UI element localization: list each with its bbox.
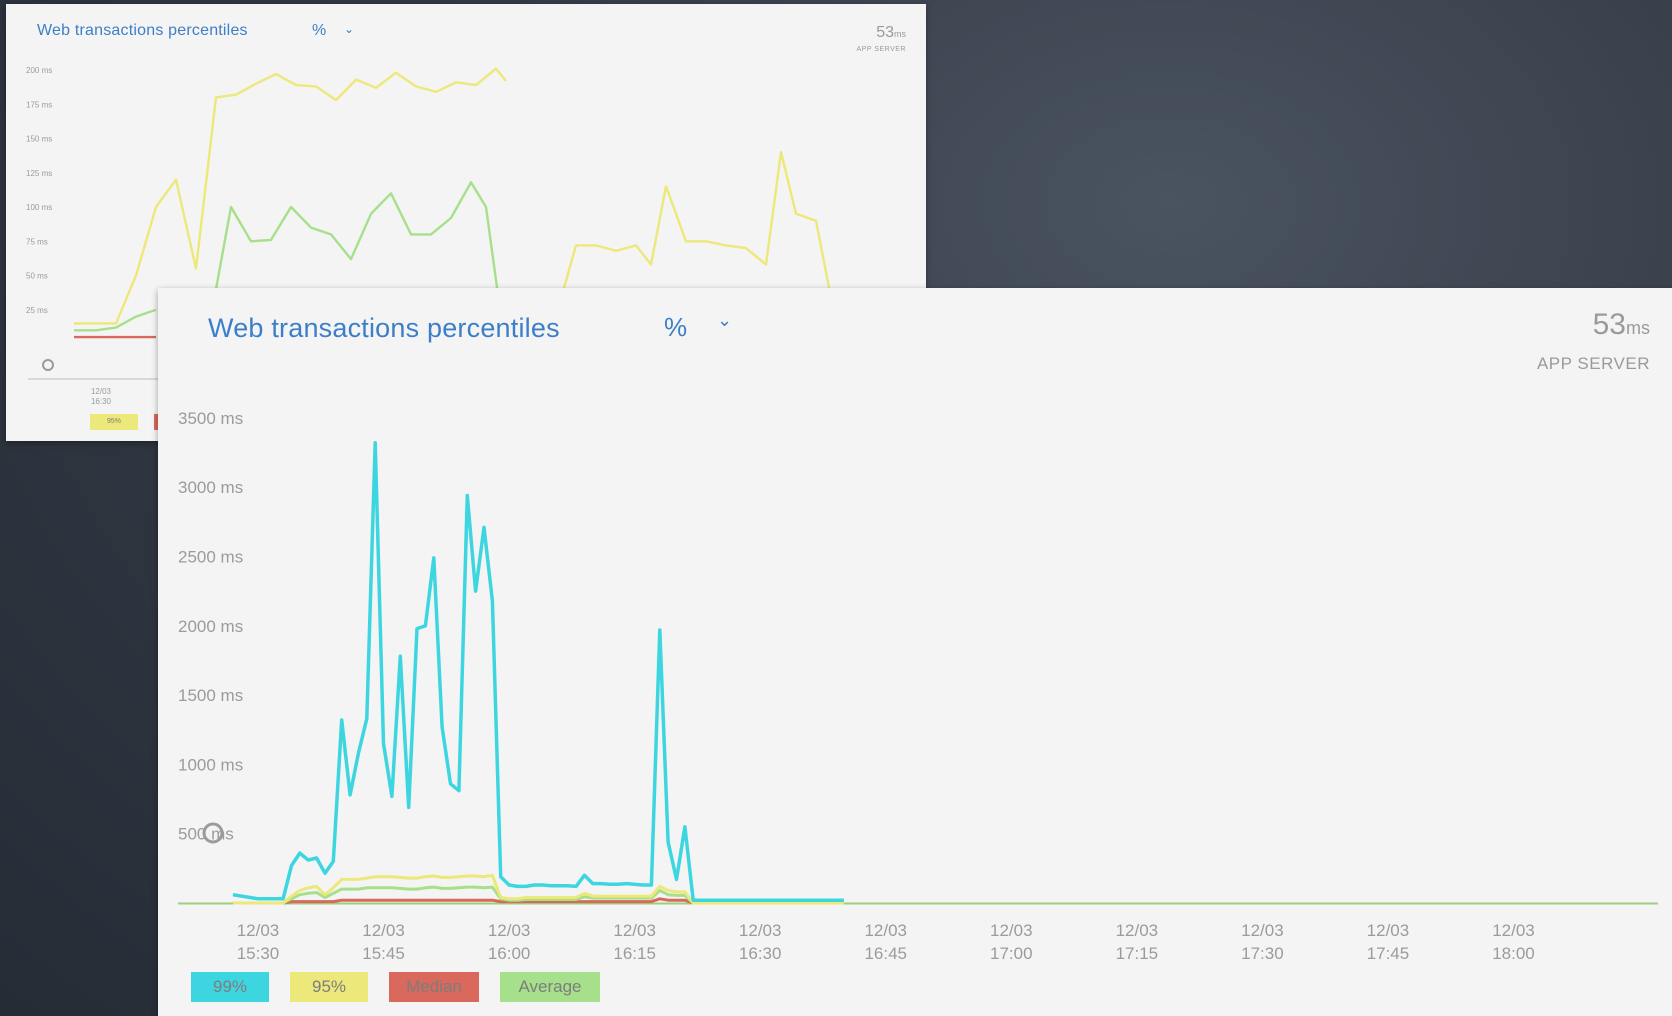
back-y-tick-label: 125 ms [26, 169, 52, 178]
front-chart-panel: Web transactions percentiles % ⌄ 53ms AP… [158, 288, 1672, 1016]
x-tick-date: 12/03 [1116, 921, 1159, 940]
chart-plot: 3500 ms 3000 ms 2500 ms 2000 ms 1500 ms 1000 … [178, 409, 1658, 963]
chart-legend: 99% 95% Median Average [191, 972, 621, 1002]
back-y-tick-label: 50 ms [26, 272, 48, 281]
x-tick-time: 17:30 [1241, 944, 1284, 963]
x-tick-time: 17:00 [990, 944, 1033, 963]
legend-chip-99pct[interactable]: 99% [191, 972, 269, 1002]
series-line-99pct [232, 441, 844, 902]
x-tick-time: 18:00 [1492, 944, 1535, 963]
y-tick-label: 2500 ms [178, 548, 243, 567]
x-tick-date: 12/03 [1492, 921, 1535, 940]
x-tick-date: 12/03 [864, 921, 907, 940]
y-tick-label: 3500 ms [178, 409, 243, 428]
x-tick-date: 12/03 [1367, 921, 1410, 940]
back-x-tick-time: 16:30 [91, 397, 112, 406]
x-tick-time: 16:30 [739, 944, 782, 963]
y-tick-label: 1500 ms [178, 686, 243, 705]
x-tick-date: 12/03 [488, 921, 531, 940]
x-tick-time: 17:45 [1367, 944, 1410, 963]
y-tick-label: 3000 ms [178, 478, 243, 497]
x-tick-date: 12/03 [362, 921, 405, 940]
back-y-tick-label: 150 ms [26, 135, 52, 144]
x-tick-time: 15:45 [362, 944, 405, 963]
y-tick-label: 1000 ms [178, 755, 243, 774]
x-tick-time: 17:15 [1116, 944, 1159, 963]
x-tick-date: 12/03 [613, 921, 656, 940]
legend-chip-median[interactable]: Median [389, 972, 479, 1002]
back-legend-chip-95pct: 95% [90, 414, 138, 430]
y-tick-label: 2000 ms [178, 617, 243, 636]
x-tick-date: 12/03 [237, 921, 280, 940]
x-tick-date: 12/03 [990, 921, 1033, 940]
back-y-tick-label: 200 ms [26, 66, 52, 75]
back-y-tick-label: 75 ms [26, 237, 48, 246]
back-y-tick-label: 25 ms [26, 306, 48, 315]
legend-chip-average[interactable]: Average [500, 972, 600, 1002]
x-tick-time: 16:45 [864, 944, 907, 963]
back-y-tick-label: 100 ms [26, 203, 52, 212]
x-tick-date: 12/03 [1241, 921, 1284, 940]
back-series-line-95pct [74, 67, 507, 325]
x-tick-date: 12/03 [739, 921, 782, 940]
x-tick-time: 16:15 [613, 944, 656, 963]
legend-chip-95pct[interactable]: 95% [290, 972, 368, 1002]
back-x-tick-date: 12/03 [91, 387, 112, 396]
back-y-tick-label: 175 ms [26, 100, 52, 109]
x-tick-time: 16:00 [488, 944, 531, 963]
back-spinner-icon [42, 359, 54, 371]
x-tick-time: 15:30 [237, 944, 280, 963]
back-series-line-average [74, 308, 157, 332]
